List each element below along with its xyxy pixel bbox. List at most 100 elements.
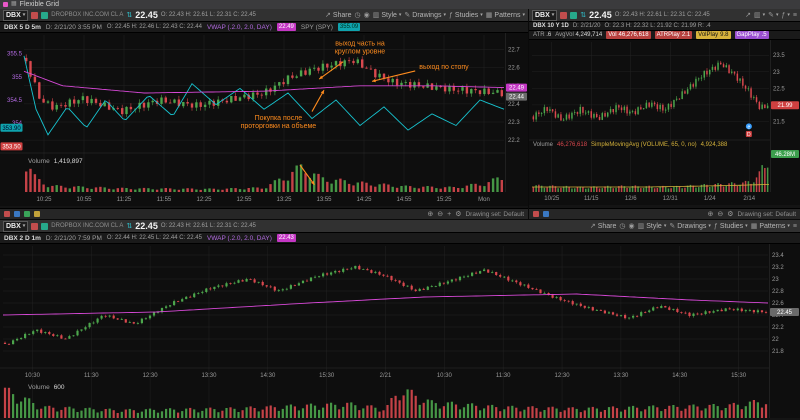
- volume-sma-label[interactable]: SimpleMovingAvg (VOLUME, 65, 0, no): [591, 142, 697, 148]
- share-button[interactable]: ↗ Share: [590, 222, 617, 230]
- vwap-study-label[interactable]: VWAP (.2.0, 2.0, DAY): [207, 24, 272, 31]
- drawings-label: Drawings: [412, 12, 441, 19]
- style-button[interactable]: ▥▾: [754, 11, 765, 19]
- zoom-out-icon[interactable]: ⊖: [717, 210, 723, 218]
- zoom-in-icon[interactable]: ⊕: [427, 210, 433, 218]
- bid-ask-arrows-icon: ⇅: [126, 11, 132, 19]
- pan-icon[interactable]: +: [447, 211, 451, 218]
- ohlc-summary: O: 22.43 H: 22.61 L: 22.31 C: 22.45: [161, 12, 256, 18]
- gapplay-study-chip[interactable]: GapPlay.5: [735, 31, 769, 39]
- settings-icon[interactable]: ⚙: [455, 210, 461, 218]
- style-icon: ▥: [638, 222, 645, 230]
- flag-icon[interactable]: [31, 223, 38, 230]
- svg-text:355.5: 355.5: [7, 52, 23, 58]
- time-button[interactable]: ◷: [619, 222, 625, 230]
- svg-text:46.28M: 46.28M: [775, 152, 795, 158]
- company-name: DROPBOX INC.COM CL A: [51, 12, 123, 18]
- flag-icon[interactable]: [31, 12, 38, 19]
- link-color-yellow[interactable]: [34, 211, 40, 217]
- link-color-red[interactable]: [533, 211, 539, 217]
- patterns-button[interactable]: ▦ Patterns ▾: [486, 11, 525, 19]
- chevron-down-icon: ▾: [776, 12, 779, 18]
- link-color-blue[interactable]: [14, 211, 20, 217]
- flag-icon[interactable]: [560, 12, 567, 19]
- settings-icon[interactable]: ⚙: [727, 210, 733, 218]
- gridlines: [3, 246, 768, 418]
- svg-text:14:30: 14:30: [260, 373, 276, 379]
- study-label: ATR: [533, 32, 545, 38]
- symbol-input[interactable]: DBX ▾: [3, 10, 28, 21]
- vwap-study-label[interactable]: VWAP (.2.0, 2.0, DAY): [207, 235, 272, 242]
- account-button[interactable]: ◉: [629, 222, 635, 230]
- svg-text:11:55: 11:55: [157, 197, 172, 203]
- window-titlebar[interactable]: ▦ Flexible Grid: [0, 0, 800, 9]
- svg-text:354.5: 354.5: [7, 98, 23, 104]
- share-button[interactable]: ↗: [745, 11, 751, 19]
- volume-value: 1,419,897: [54, 158, 83, 165]
- svg-text:22.3: 22.3: [508, 120, 520, 126]
- svg-text:22.2: 22.2: [508, 138, 520, 144]
- bid-ask-arrows-icon: ⇅: [580, 11, 586, 19]
- atrplay-study-chip[interactable]: ATRPlay2.1: [655, 31, 693, 39]
- spy-overlay-label[interactable]: SPY (SPY): [301, 24, 333, 31]
- share-button[interactable]: ↗ Share: [325, 11, 352, 19]
- studies-button[interactable]: ƒ Studies ▾: [714, 223, 748, 230]
- earnings-marker[interactable]: e: [746, 123, 752, 130]
- drawing-set-label[interactable]: Drawing set: Default: [465, 211, 524, 218]
- price-chart-two-day[interactable]: 23.423.22322.822.622.422.22221.810:3011:…: [0, 244, 800, 418]
- studies-button[interactable]: ƒ▾: [781, 12, 789, 19]
- timeframe-label[interactable]: DBX 2 D 1m: [4, 235, 41, 242]
- drawing-set-label[interactable]: Drawing set: Default: [737, 211, 796, 218]
- company-name: DROPBOX INC.COM CL A: [51, 223, 123, 229]
- link-color-red[interactable]: [4, 211, 10, 217]
- volume-label: Volume: [28, 384, 50, 391]
- svg-text:e: e: [747, 124, 750, 130]
- menu-button[interactable]: ≡: [793, 12, 797, 19]
- studies-button[interactable]: ƒ Studies ▾: [449, 12, 483, 19]
- timeframe-label[interactable]: DBX 5 D 5m: [4, 24, 41, 31]
- drawings-button[interactable]: ✎ Drawings ▾: [404, 11, 446, 19]
- drawings-button[interactable]: ✎ Drawings ▾: [669, 222, 711, 230]
- price-chart-intraday[interactable]: 22.722.622.522.422.322.2355.5355354.5354…: [0, 33, 528, 206]
- link-icon[interactable]: [570, 12, 577, 19]
- menu-button[interactable]: ≡: [793, 223, 797, 230]
- svg-text:12:30: 12:30: [143, 373, 159, 379]
- style-label: Style: [381, 12, 397, 19]
- zoom-out-icon[interactable]: ⊖: [437, 210, 443, 218]
- volplay-study-chip[interactable]: VolPlay9.8: [696, 31, 730, 39]
- volume-value: 46,276,618: [557, 142, 587, 148]
- symbol-input[interactable]: DBX ▾: [3, 221, 28, 232]
- chevron-down-icon: ▾: [787, 223, 790, 229]
- link-icon[interactable]: [41, 223, 48, 230]
- svg-text:355: 355: [12, 75, 23, 81]
- volume-legend: Volume 1,419,897: [28, 158, 83, 165]
- svg-text:23: 23: [772, 277, 779, 283]
- vol-study-chip[interactable]: Vol46,276,618: [606, 31, 650, 39]
- patterns-button[interactable]: ▦ Patterns ▾: [751, 222, 790, 230]
- trade-annotations[interactable]: выход часть накруглом уровневыход по сто…: [241, 41, 470, 185]
- studies-label: Studies: [720, 223, 743, 230]
- volume-value: 600: [54, 384, 65, 391]
- patterns-label: Patterns: [494, 12, 520, 19]
- price-chart-daily[interactable]: 23.52322.52221.510/2511/1512/612/311/242…: [529, 40, 800, 205]
- symbol-text: DBX: [6, 223, 21, 230]
- time-button[interactable]: ◷: [355, 11, 361, 19]
- link-color-green[interactable]: [24, 211, 30, 217]
- symbol-input[interactable]: DBX ▾: [532, 10, 557, 21]
- style-button[interactable]: ▥ Style ▾: [373, 11, 402, 19]
- dividend-marker[interactable]: D: [746, 131, 752, 138]
- chevron-down-icon: ▾: [708, 223, 711, 229]
- svg-text:353.90: 353.90: [2, 126, 21, 132]
- pencil-icon: ✎: [768, 11, 774, 19]
- account-button[interactable]: ◉: [364, 11, 370, 19]
- svg-text:11:30: 11:30: [84, 373, 99, 379]
- link-color-blue[interactable]: [543, 211, 549, 217]
- zoom-in-icon[interactable]: ⊕: [707, 210, 713, 218]
- svg-text:Покупка послепроторговки на об: Покупка послепроторговки на объеме: [241, 115, 317, 130]
- link-icon[interactable]: [41, 12, 48, 19]
- flexible-grid-window: ▦ Flexible Grid DBX ▾ DROPBOX INC.COM CL…: [0, 0, 800, 420]
- timeframe-label[interactable]: DBX 10 Y 1D: [533, 23, 569, 29]
- drawings-button[interactable]: ✎▾: [768, 11, 778, 19]
- style-button[interactable]: ▥ Style ▾: [638, 222, 667, 230]
- share-icon: ↗: [325, 11, 331, 19]
